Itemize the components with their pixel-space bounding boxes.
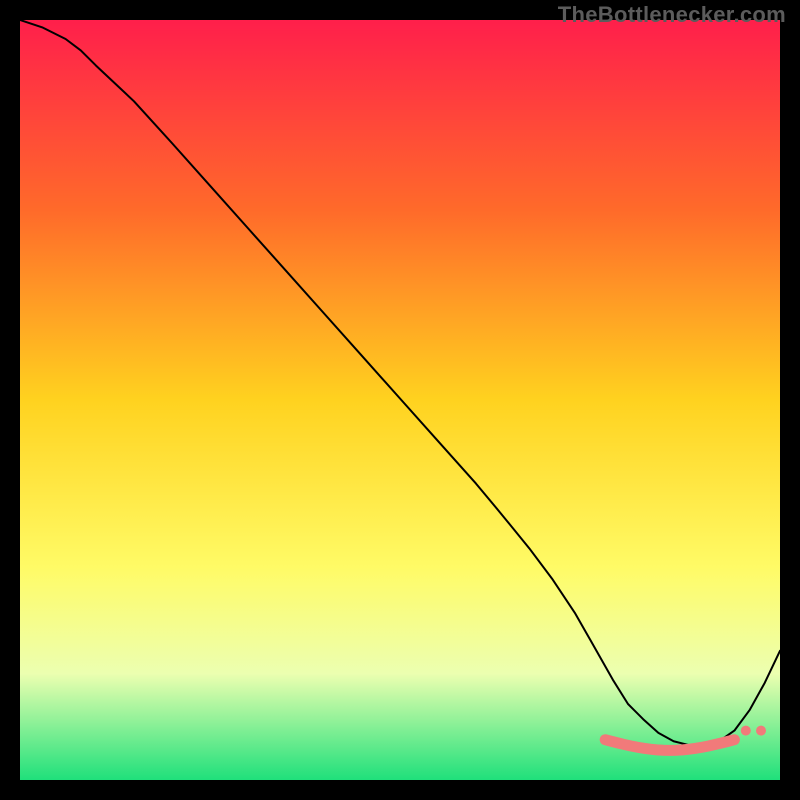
highlight-dot xyxy=(756,726,766,736)
chart-container: TheBottlenecker.com xyxy=(0,0,800,800)
highlight-dot xyxy=(741,726,751,736)
plot-area xyxy=(20,20,780,780)
gradient-background xyxy=(20,20,780,780)
watermark-label: TheBottlenecker.com xyxy=(558,2,786,28)
chart-svg xyxy=(20,20,780,780)
